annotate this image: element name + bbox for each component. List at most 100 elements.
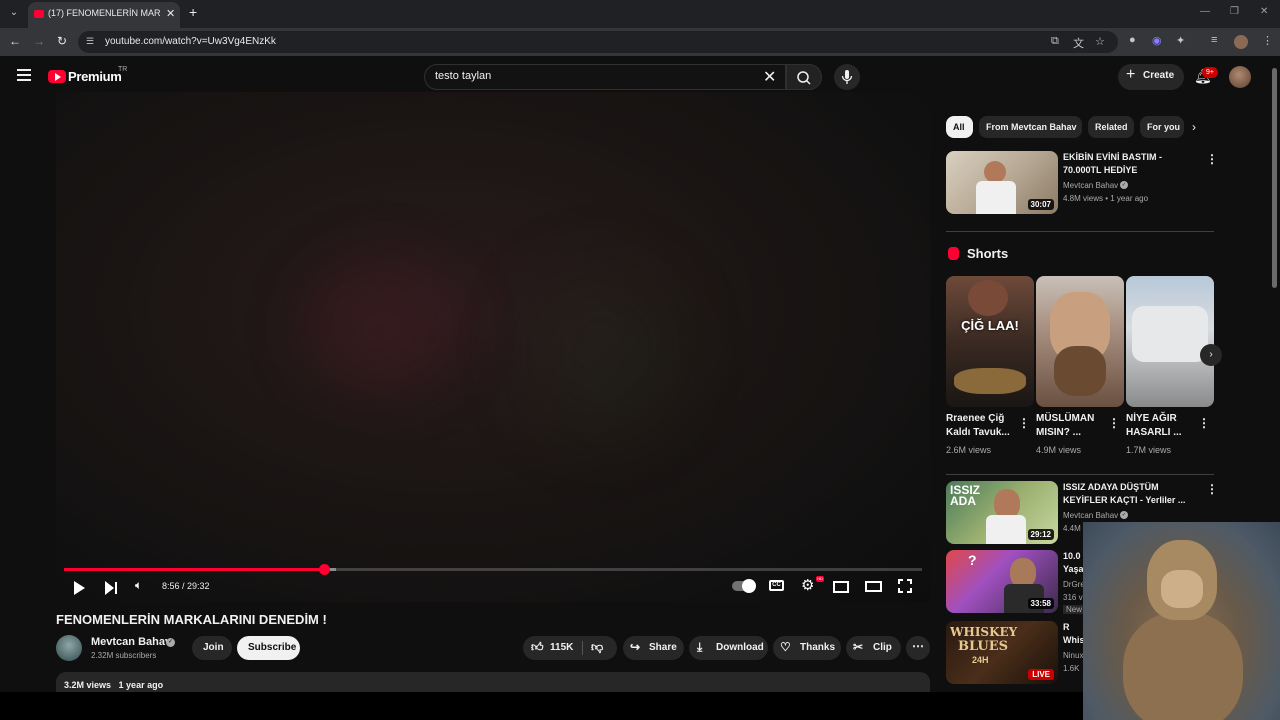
short-title[interactable]: NİYE AĞIR HASARLI ...	[1126, 412, 1196, 440]
clear-search-icon[interactable]: ✕	[763, 67, 776, 87]
rec-channel[interactable]: DrGre	[1063, 580, 1085, 589]
short-title-line: MISIN? ...	[1036, 427, 1081, 438]
new-tab-icon[interactable]: +	[189, 4, 197, 20]
cast-icon[interactable]: ⧉	[1051, 35, 1059, 48]
chip-related[interactable]: Related	[1088, 116, 1134, 138]
like-count[interactable]: 115K	[550, 642, 573, 653]
browser-tab[interactable]: (17) FENOMENLERİN MARKALA ✕	[28, 2, 180, 28]
more-vertical-icon[interactable]: ⋮	[1018, 416, 1030, 430]
fullscreen-icon[interactable]	[898, 579, 912, 593]
short-thumbnail[interactable]: ÇİĞ LAA!	[946, 276, 1034, 407]
extension-dot-icon[interactable]: ●	[1129, 34, 1136, 46]
thanks-button[interactable]: ♡ Thanks	[773, 636, 841, 660]
video-thumbnail[interactable]: ISSIZ ADA 29:12	[946, 481, 1058, 544]
video-frame-blur	[526, 272, 676, 432]
autoplay-toggle[interactable]	[732, 579, 756, 593]
join-button[interactable]: Join	[192, 636, 232, 660]
more-actions-button[interactable]: ⋯	[906, 636, 930, 660]
short-thumbnail[interactable]	[1036, 276, 1124, 407]
settings-gear-icon[interactable]: ⚙	[801, 576, 814, 594]
channel-name[interactable]: Mevtcan Bahav	[91, 636, 171, 648]
short-title-line: MÜSLÜMAN	[1036, 413, 1095, 424]
site-info-icon[interactable]: ☰	[86, 36, 94, 47]
account-avatar[interactable]	[1229, 66, 1251, 88]
rec-title-line[interactable]: 70.000TL HEDİYE	[1063, 164, 1137, 177]
subtitles-icon[interactable]: CC	[769, 580, 784, 591]
logo-text[interactable]: Premium	[68, 69, 122, 84]
rec-channel[interactable]: Mevtcan Bahav	[1063, 511, 1118, 520]
search-value[interactable]: testo taylan	[435, 70, 491, 82]
browser-profile-avatar[interactable]	[1234, 35, 1248, 49]
more-vertical-icon[interactable]: ⋮	[1206, 482, 1218, 496]
video-thumbnail[interactable]: WHISKEY BLUES 24H LIVE	[946, 621, 1058, 684]
extensions-puzzle-icon[interactable]: ✦	[1176, 34, 1185, 47]
video-thumbnail[interactable]: ? 33:58	[946, 550, 1058, 613]
chevron-right-icon[interactable]: ›	[1192, 120, 1196, 134]
back-icon[interactable]: ←	[9, 34, 21, 48]
progress-bar[interactable]	[64, 564, 922, 575]
volume-icon[interactable]: 🔈︎	[135, 578, 142, 593]
rec-title-line[interactable]: Whis	[1063, 634, 1085, 647]
address-bar[interactable]: ☰ youtube.com/watch?v=Uw3Vg4ENzKk ⧉ 文 ☆	[78, 31, 1118, 53]
new-badge: New	[1063, 605, 1086, 614]
miniplayer-icon[interactable]	[833, 581, 849, 593]
more-vertical-icon[interactable]: ⋮	[1206, 152, 1218, 166]
clip-button[interactable]: ✂ Clip	[846, 636, 901, 660]
page-scrollbar[interactable]	[1272, 68, 1277, 288]
more-vertical-icon[interactable]: ⋮	[1108, 416, 1120, 430]
tab-search-icon[interactable]: ⌄	[6, 5, 22, 21]
rec-title-line[interactable]: R	[1063, 621, 1070, 634]
url-text[interactable]: youtube.com/watch?v=Uw3Vg4ENzKk	[105, 36, 276, 47]
youtube-logo-play-icon	[55, 73, 61, 81]
like-thumb-icon[interactable]: 👍︎	[531, 640, 544, 655]
duration-badge: 29:12	[1027, 529, 1054, 540]
restore-icon[interactable]: ❐	[1230, 6, 1239, 17]
play-icon[interactable]	[74, 581, 85, 595]
scrubber-handle[interactable]	[318, 564, 330, 575]
more-vertical-icon[interactable]: ⋮	[1198, 416, 1210, 430]
rec-meta: 1.6K	[1063, 664, 1080, 673]
chip-all[interactable]: All	[946, 116, 973, 138]
download-button[interactable]: ⤓ Download	[689, 636, 768, 660]
short-title-line: Kaldı Tavuk...	[946, 427, 1010, 438]
rec-title-line[interactable]: EKİBİN EVİNİ BASTIM -	[1063, 151, 1162, 164]
chrome-menu-icon[interactable]: ⋮	[1262, 34, 1273, 47]
rec-title-line[interactable]: Yaşa	[1063, 563, 1084, 576]
short-title[interactable]: Rraenee Çiğ Kaldı Tavuk...	[946, 412, 1016, 440]
bookmark-star-icon[interactable]: ☆	[1095, 35, 1105, 48]
shorts-next-chevron-icon[interactable]: ›	[1200, 344, 1222, 366]
chip-from-channel[interactable]: From Mevtcan Bahav	[979, 116, 1082, 138]
menu-icon[interactable]	[17, 69, 31, 84]
rec-title-line[interactable]: 10.0	[1063, 550, 1081, 563]
subscribe-button[interactable]: Subscribe	[237, 636, 300, 660]
video-title: FENOMENLERİN MARKALARINI DENEDİM !	[56, 612, 327, 627]
dislike-thumb-icon[interactable]: 👎︎	[591, 640, 603, 655]
reading-list-icon[interactable]: ≡	[1211, 34, 1217, 46]
translate-icon[interactable]: 文	[1073, 35, 1084, 51]
rec-title-line[interactable]: KEYİFLER KAÇTI - Yerliler ...	[1063, 494, 1185, 507]
search-button[interactable]	[786, 64, 822, 90]
minimize-icon[interactable]: —	[1200, 6, 1210, 17]
thumbnail-person	[984, 161, 1006, 183]
rec-title-line[interactable]: ISSIZ ADAYA DÜŞTÜM	[1063, 481, 1159, 494]
extension-discord-icon[interactable]: ◉	[1152, 34, 1162, 47]
tab-close-icon[interactable]: ✕	[166, 7, 175, 20]
theater-mode-icon[interactable]	[865, 581, 882, 592]
channel-avatar[interactable]	[56, 635, 82, 661]
reload-icon[interactable]: ↻	[57, 34, 67, 48]
short-thumbnail[interactable]	[1126, 276, 1214, 407]
create-button[interactable]: + Create	[1118, 64, 1184, 90]
next-video-icon[interactable]	[105, 581, 119, 595]
video-thumbnail[interactable]: 30:07	[946, 151, 1058, 214]
forward-icon[interactable]: →	[33, 34, 45, 48]
close-window-icon[interactable]: ✕	[1260, 6, 1268, 17]
rec-channel[interactable]: Mevtcan Bahav	[1063, 181, 1118, 190]
rec-channel[interactable]: Ninux	[1063, 651, 1083, 660]
chip-label: For you	[1147, 122, 1180, 132]
voice-search-button[interactable]	[834, 64, 860, 90]
share-button[interactable]: ↪ Share	[623, 636, 684, 660]
video-player[interactable]: 🔈︎ 8:56 / 29:32 CC ⚙ HD	[56, 92, 930, 602]
chip-for-you[interactable]: For you	[1140, 116, 1184, 138]
search-input[interactable]: testo taylan ✕	[424, 64, 786, 90]
short-title[interactable]: MÜSLÜMAN MISIN? ...	[1036, 412, 1106, 440]
